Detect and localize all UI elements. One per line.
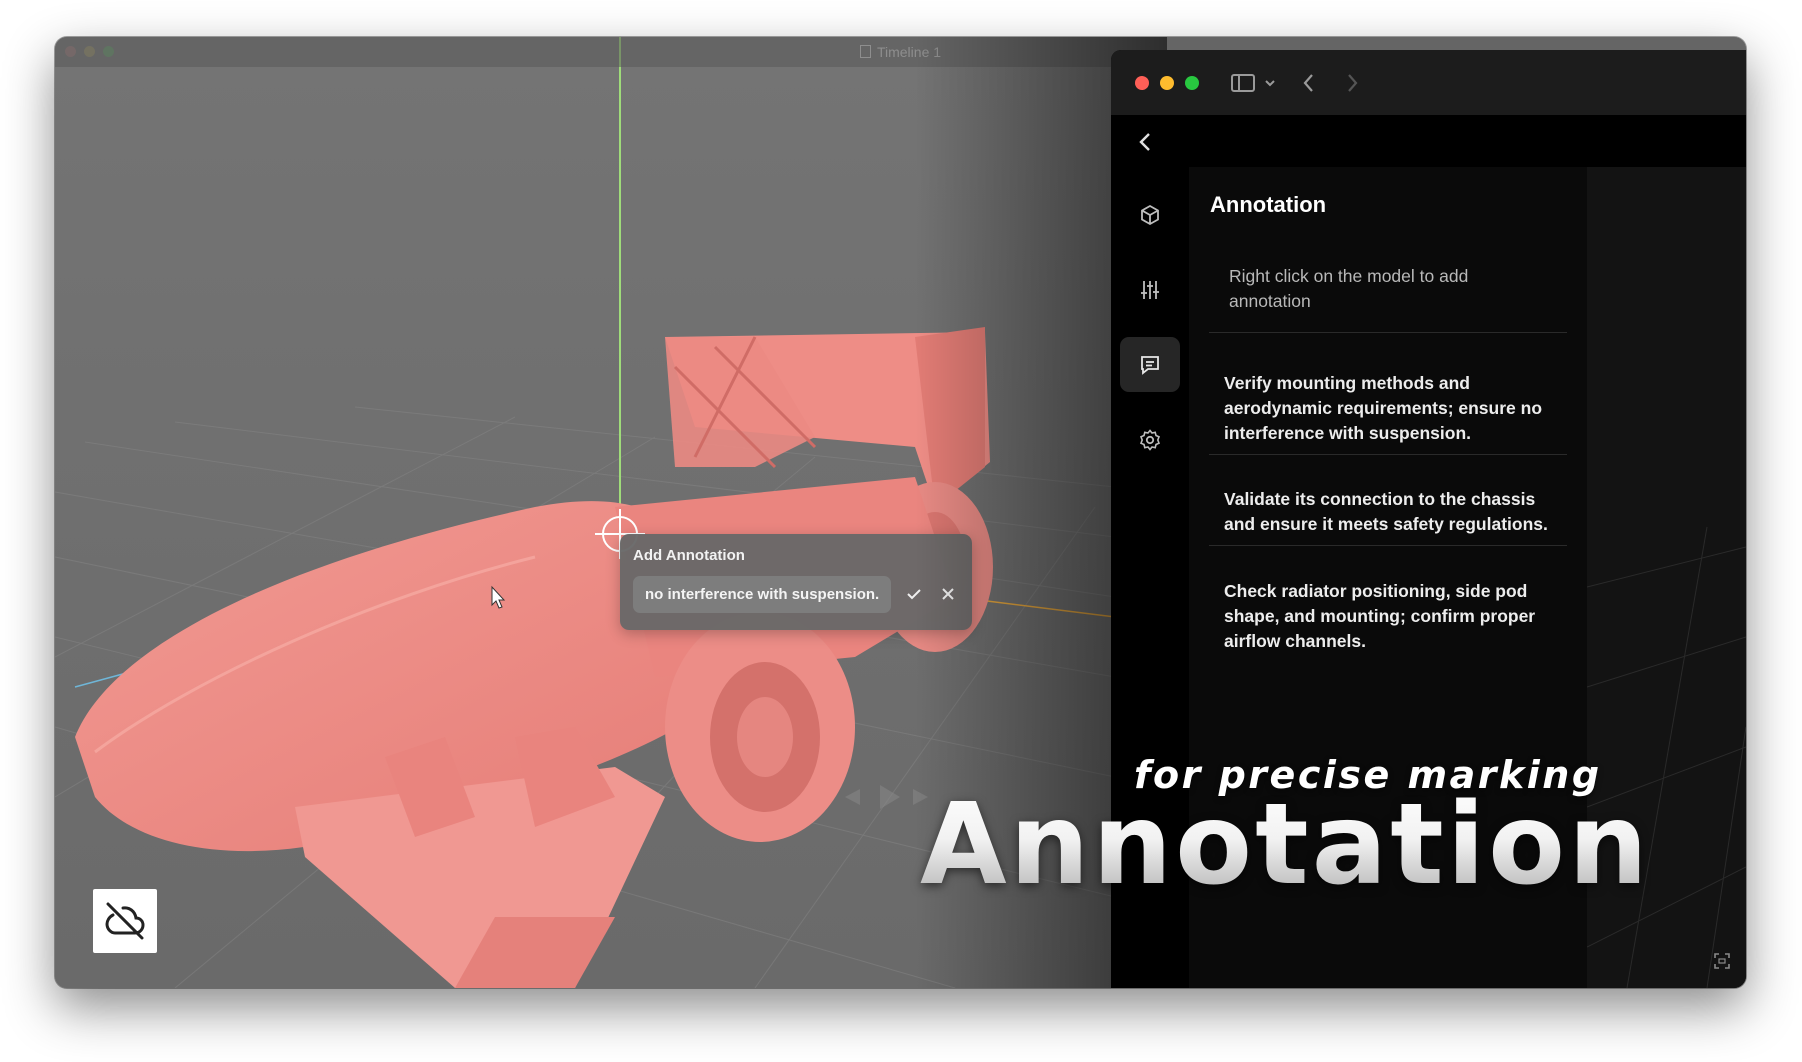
document-icon	[859, 45, 871, 58]
annotation-input-value: no interference with suspension.	[645, 586, 880, 603]
gear-icon	[1139, 428, 1161, 451]
close-window-button[interactable]	[1135, 76, 1149, 90]
chevron-left-icon	[1139, 133, 1150, 151]
back-arrow-icon	[1303, 74, 1313, 92]
annotation-panel-title: Annotation	[1210, 192, 1327, 217]
divider	[1209, 545, 1567, 546]
rail-item-settings[interactable]	[1120, 412, 1180, 467]
chevron-down-icon	[1265, 80, 1275, 87]
panel-back-button[interactable]	[1135, 130, 1157, 159]
cloud-off-icon	[105, 902, 145, 940]
comment-icon	[1141, 355, 1159, 375]
annotation-text-input[interactable]: no interference with suspension.	[633, 576, 891, 613]
panel-titlebar	[1111, 50, 1746, 115]
annotation-note-3[interactable]: Check radiator positioning, side pod sha…	[1224, 579, 1554, 654]
forward-arrow-icon	[1348, 74, 1358, 92]
rail-item-adjustments[interactable]	[1120, 262, 1180, 317]
sidebar-toggle-icon	[1231, 74, 1255, 92]
fullscreen-button[interactable]	[1713, 952, 1731, 975]
rail-item-model[interactable]	[1120, 187, 1180, 242]
caption-title: Annotation	[920, 780, 1651, 910]
divider	[1209, 454, 1567, 455]
expand-icon	[1714, 953, 1730, 969]
sidebar-menu-button[interactable]	[1263, 76, 1277, 95]
annotation-hint-text: Right click on the model to add annotati…	[1229, 266, 1469, 311]
sliders-icon	[1141, 280, 1159, 299]
zoom-window-button[interactable]	[1185, 76, 1199, 90]
rail-item-annotation[interactable]	[1120, 337, 1180, 392]
panel-nav-row	[1111, 115, 1746, 167]
add-annotation-title: Add Annotation	[633, 547, 745, 564]
cube-icon	[1141, 204, 1159, 225]
annotation-note-2[interactable]: Validate its connection to the chassis a…	[1224, 487, 1554, 537]
sidebar-toggle-button[interactable]	[1230, 70, 1256, 101]
cloud-offline-badge	[93, 889, 157, 953]
history-forward-button[interactable]	[1340, 70, 1364, 101]
history-back-button[interactable]	[1297, 70, 1321, 101]
annotation-note-1[interactable]: Verify mounting methods and aerodynamic …	[1224, 371, 1554, 446]
minimize-window-button[interactable]	[1160, 76, 1174, 90]
divider	[1209, 332, 1567, 333]
